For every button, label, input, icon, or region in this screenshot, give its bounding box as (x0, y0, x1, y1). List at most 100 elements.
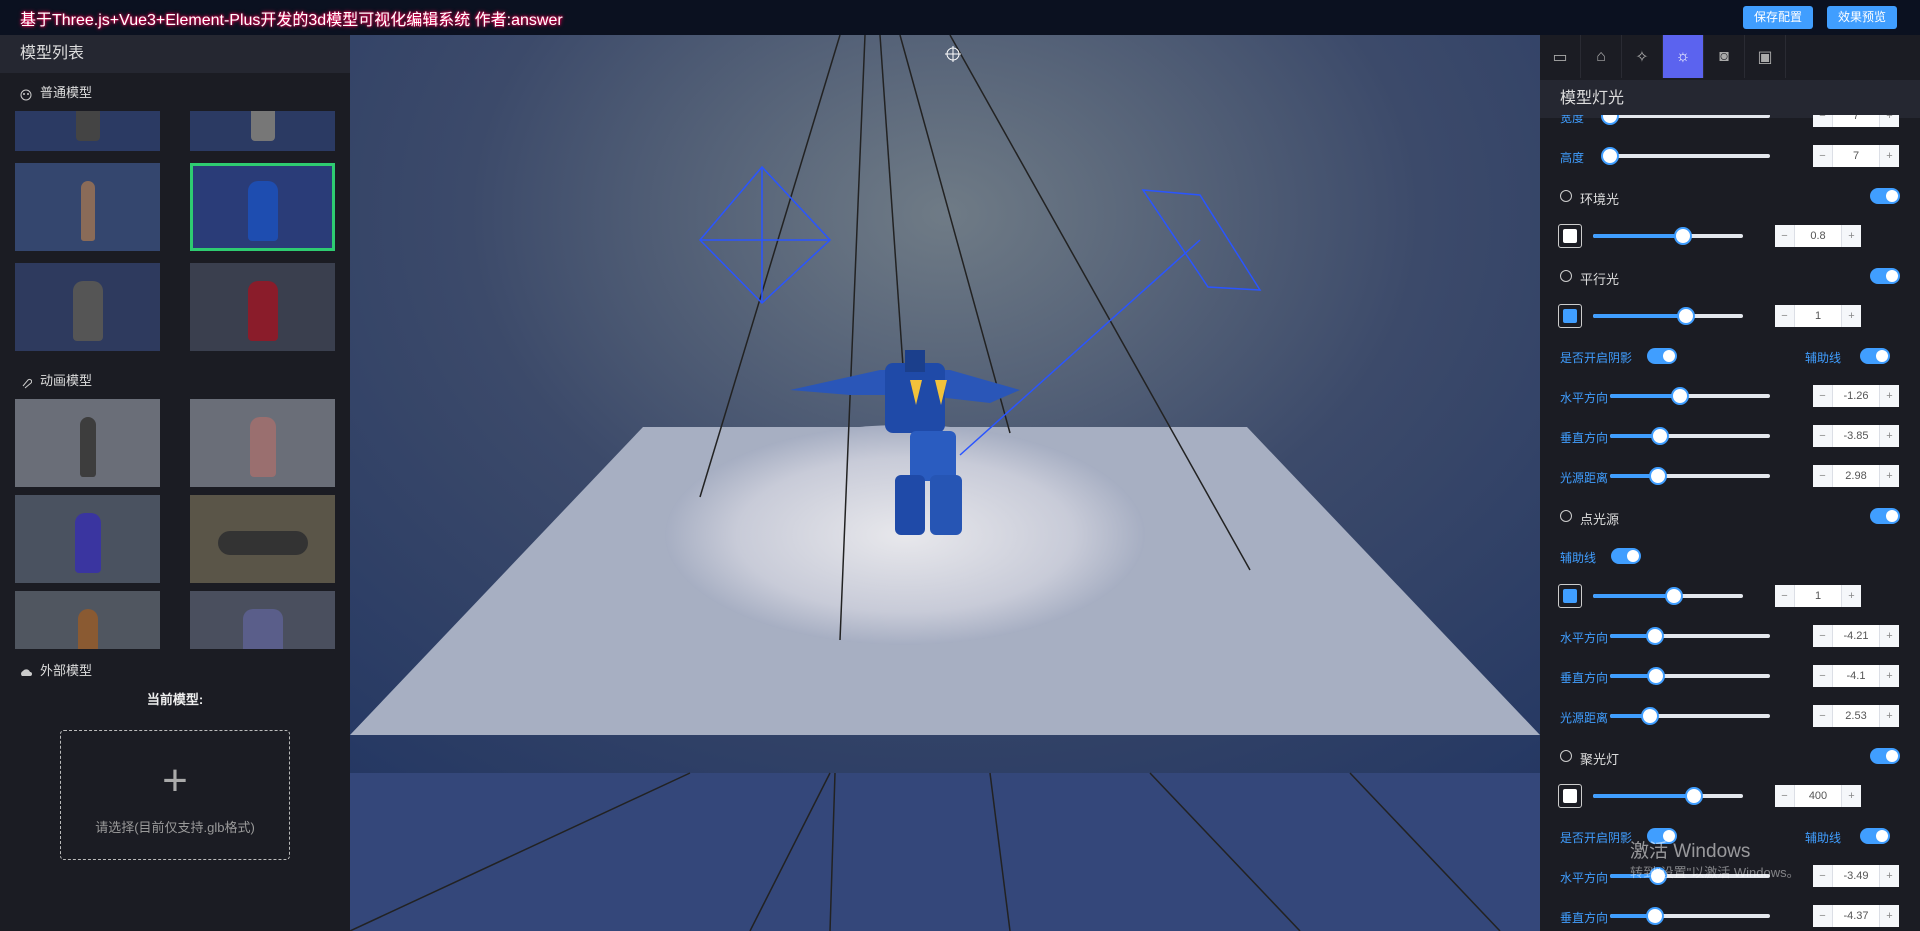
slider[interactable] (1610, 907, 1770, 925)
plus-icon[interactable]: + (1841, 305, 1861, 327)
slider-handle[interactable] (1641, 707, 1659, 725)
slider-handle[interactable] (1671, 387, 1690, 405)
plus-icon[interactable]: + (1879, 115, 1899, 127)
slider-handle[interactable] (1650, 427, 1669, 445)
model-thumb[interactable] (190, 111, 335, 151)
tab-box[interactable]: ▣ (1745, 35, 1786, 78)
slider[interactable] (1610, 667, 1770, 685)
color-picker[interactable] (1558, 784, 1582, 808)
model-thumb[interactable] (190, 399, 335, 487)
slider[interactable] (1610, 467, 1770, 485)
slider-handle[interactable] (1674, 227, 1692, 245)
slider[interactable] (1610, 387, 1770, 405)
minus-icon[interactable]: − (1813, 705, 1833, 727)
plus-icon[interactable]: + (1879, 425, 1899, 447)
color-picker[interactable] (1558, 304, 1582, 328)
slider-handle[interactable] (1684, 787, 1703, 805)
minus-icon[interactable]: − (1813, 865, 1833, 887)
toggle-switch[interactable] (1870, 748, 1900, 764)
model-thumb[interactable] (190, 495, 335, 583)
plus-icon[interactable]: + (1879, 705, 1899, 727)
tab-background[interactable]: ▭ (1540, 35, 1581, 78)
anim-models-section[interactable]: 动画模型 (0, 371, 350, 391)
tab-light[interactable]: ☼ (1663, 35, 1704, 78)
minus-icon[interactable]: − (1813, 115, 1833, 127)
toggle-switch[interactable] (1647, 348, 1677, 364)
3d-viewport[interactable] (350, 35, 1540, 931)
number-input[interactable]: − -4.21 + (1813, 625, 1899, 647)
minus-icon[interactable]: − (1813, 425, 1833, 447)
number-input[interactable]: − 7 + (1813, 145, 1899, 167)
slider[interactable] (1610, 707, 1770, 725)
minus-icon[interactable]: − (1813, 665, 1833, 687)
slider-handle[interactable] (1665, 587, 1683, 605)
slider-handle[interactable] (1645, 907, 1664, 925)
model-thumb[interactable] (190, 591, 335, 649)
slider-handle[interactable] (1677, 307, 1695, 325)
minus-icon[interactable]: − (1813, 465, 1833, 487)
plus-icon[interactable]: + (1841, 225, 1861, 247)
number-input[interactable]: − 7 + (1813, 115, 1899, 127)
number-input[interactable]: − -1.26 + (1813, 385, 1899, 407)
plus-icon[interactable]: + (1879, 865, 1899, 887)
number-input[interactable]: − 1 + (1775, 585, 1861, 607)
number-input[interactable]: − 400 + (1775, 785, 1861, 807)
model-thumb[interactable] (15, 111, 160, 151)
scene-canvas[interactable] (350, 35, 1540, 931)
color-picker[interactable] (1558, 584, 1582, 608)
toggle-switch[interactable] (1611, 548, 1641, 564)
toggle-switch[interactable] (1870, 188, 1900, 204)
plus-icon[interactable]: + (1841, 785, 1861, 807)
model-thumb[interactable] (15, 399, 160, 487)
number-input[interactable]: − -4.1 + (1813, 665, 1899, 687)
toggle-switch[interactable] (1860, 828, 1890, 844)
model-thumb[interactable] (15, 163, 160, 251)
model-thumb-selected[interactable] (190, 163, 335, 251)
model-thumb[interactable] (15, 263, 160, 351)
plus-icon[interactable]: + (1879, 665, 1899, 687)
tab-stage[interactable]: ⌂ (1581, 35, 1622, 78)
minus-icon[interactable]: − (1813, 625, 1833, 647)
plus-icon[interactable]: + (1841, 585, 1861, 607)
slider[interactable] (1601, 115, 1770, 125)
slider-handle[interactable] (1647, 667, 1666, 685)
number-input[interactable]: − -4.37 + (1813, 905, 1899, 927)
number-input[interactable]: − -3.49 + (1813, 865, 1899, 887)
minus-icon[interactable]: − (1813, 905, 1833, 927)
plus-icon[interactable]: + (1879, 465, 1899, 487)
plus-icon[interactable]: + (1879, 905, 1899, 927)
slider[interactable] (1610, 427, 1770, 445)
toggle-switch[interactable] (1860, 348, 1890, 364)
plus-icon[interactable]: + (1879, 385, 1899, 407)
number-input[interactable]: −2.53 + (1813, 705, 1899, 727)
slider-handle[interactable] (1601, 147, 1619, 165)
slider[interactable] (1610, 627, 1770, 645)
plus-icon[interactable]: + (1879, 145, 1899, 167)
slider-handle[interactable] (1601, 115, 1619, 125)
minus-icon[interactable]: − (1813, 385, 1833, 407)
number-input[interactable]: − 1 + (1775, 305, 1861, 327)
slider[interactable] (1593, 587, 1743, 605)
save-config-button[interactable]: 保存配置 (1743, 6, 1814, 29)
minus-icon[interactable]: − (1813, 145, 1833, 167)
external-models-section[interactable]: 外部模型 (0, 661, 350, 681)
upload-dropzone[interactable]: + 请选择(目前仅支持.glb格式) (60, 730, 290, 860)
preview-button[interactable]: 效果预览 (1827, 6, 1898, 29)
number-input[interactable]: −2.98 + (1813, 465, 1899, 487)
tab-camera[interactable]: ◙ (1704, 35, 1745, 78)
color-picker[interactable] (1558, 224, 1582, 248)
number-input[interactable]: − 0.8 + (1775, 225, 1861, 247)
toggle-switch[interactable] (1870, 508, 1900, 524)
minus-icon[interactable]: − (1775, 225, 1795, 247)
minus-icon[interactable]: − (1775, 585, 1795, 607)
slider-handle[interactable] (1645, 627, 1664, 645)
minus-icon[interactable]: − (1775, 785, 1795, 807)
model-thumb[interactable] (15, 495, 160, 583)
model-thumb[interactable] (190, 263, 335, 351)
plus-icon[interactable]: + (1879, 625, 1899, 647)
minus-icon[interactable]: − (1775, 305, 1795, 327)
slider[interactable] (1593, 787, 1743, 805)
model-thumb[interactable] (15, 591, 160, 649)
slider[interactable] (1601, 147, 1770, 165)
toggle-switch[interactable] (1870, 268, 1900, 284)
